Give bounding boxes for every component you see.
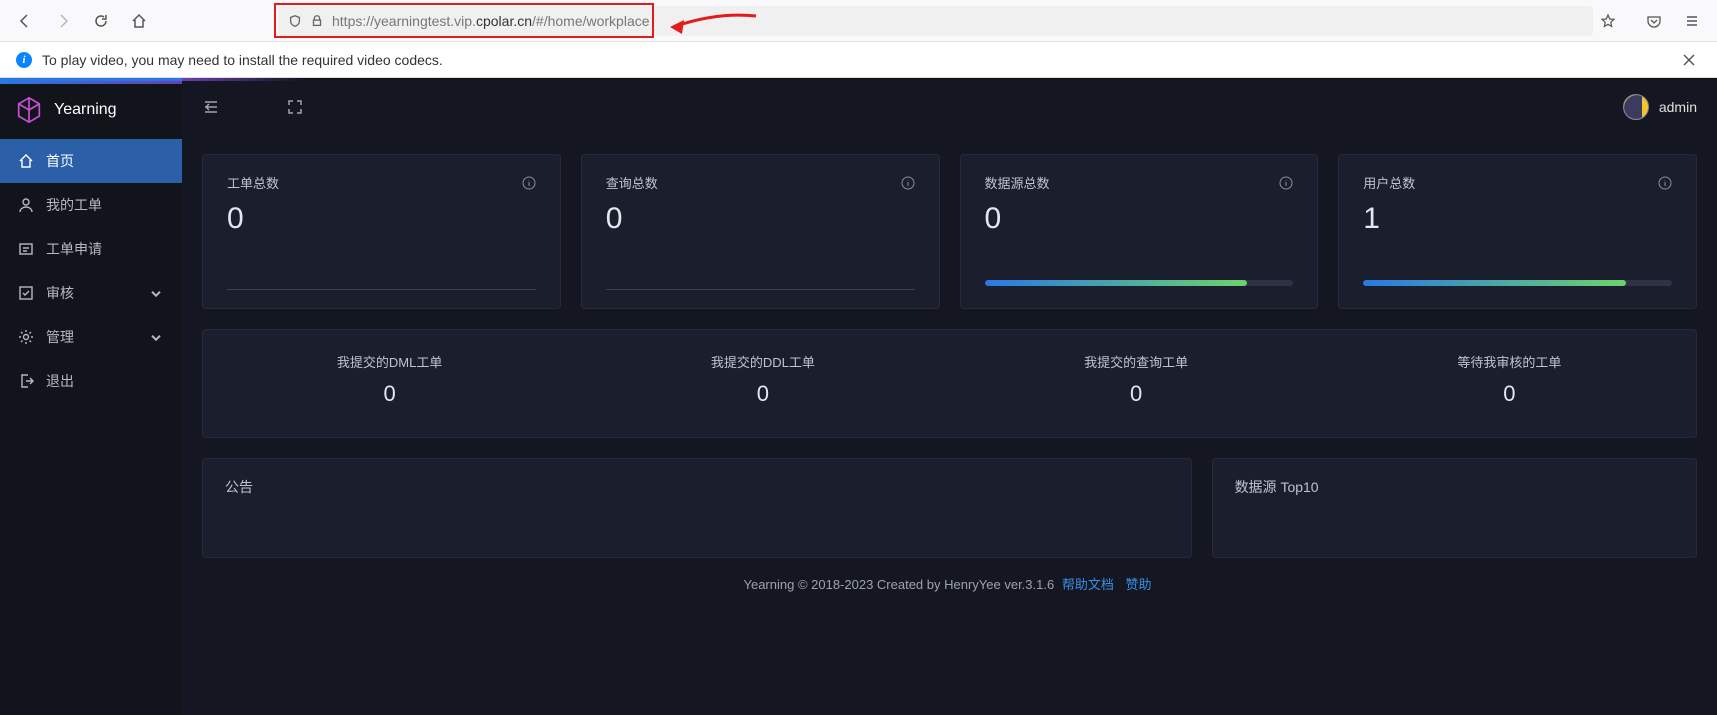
sidebar-item-exit[interactable]: 退出 [0, 359, 182, 403]
gear-icon [18, 329, 34, 345]
sidebar-item-my-tickets[interactable]: 我的工单 [0, 183, 182, 227]
shield-icon [288, 14, 302, 28]
sidebar-item-order-apply[interactable]: 工单申请 [0, 227, 182, 271]
progress-track [1363, 280, 1672, 286]
info-icon[interactable] [901, 176, 915, 190]
stat-card-queries: 查询总数 0 [581, 154, 940, 309]
chevron-down-icon [148, 285, 164, 301]
url-bar-wrap: https://yearningtest.vip.cpolar.cn/#/hom… [278, 6, 1623, 36]
fullscreen-icon[interactable] [286, 98, 304, 116]
divider [606, 289, 915, 290]
ticket-icon [18, 241, 34, 257]
sidebar-item-home[interactable]: 首页 [0, 139, 182, 183]
info-icon[interactable] [1279, 176, 1293, 190]
exit-icon [18, 373, 34, 389]
stat-title: 数据源总数 [985, 173, 1050, 192]
substat-label: 等待我审核的工单 [1323, 352, 1696, 371]
forward-button[interactable] [48, 6, 78, 36]
substat-query: 我提交的查询工单 0 [950, 330, 1323, 437]
sidebar-item-label: 管理 [46, 327, 74, 347]
sidebar-item-audit[interactable]: 审核 [0, 271, 182, 315]
stat-value: 0 [606, 202, 915, 236]
menu-button[interactable] [1677, 6, 1707, 36]
app-container: Yearning 首页 我的工单 工单申请 审核 管理 退出 [0, 78, 1717, 715]
notification-bar: i To play video, you may need to install… [0, 42, 1717, 78]
stat-card-datasources: 数据源总数 0 [960, 154, 1319, 309]
substat-label: 我提交的DML工单 [203, 352, 576, 371]
info-icon: i [16, 52, 32, 68]
back-button[interactable] [10, 6, 40, 36]
url-bar[interactable]: https://yearningtest.vip.cpolar.cn/#/hom… [278, 6, 1593, 36]
pocket-button[interactable] [1639, 6, 1669, 36]
stat-row: 工单总数 0 查询总数 0 数据源总数 0 用户总数 1 [202, 154, 1697, 309]
footer-text: Yearning © 2018-2023 Created by HenryYee… [743, 577, 1054, 592]
avatar [1623, 94, 1649, 120]
home-icon [18, 153, 34, 169]
home-button[interactable] [124, 6, 154, 36]
notification-text: To play video, you may need to install t… [42, 52, 443, 68]
substat-label: 我提交的查询工单 [950, 352, 1323, 371]
stat-card-users: 用户总数 1 [1338, 154, 1697, 309]
reload-button[interactable] [86, 6, 116, 36]
substat-value: 0 [576, 381, 949, 407]
stat-value: 0 [227, 202, 536, 236]
logo[interactable]: Yearning [0, 81, 182, 139]
substat-ddl: 我提交的DDL工单 0 [576, 330, 949, 437]
check-icon [18, 285, 34, 301]
main-area: admin 工单总数 0 查询总数 0 数据源总数 0 [182, 78, 1717, 715]
substat-value: 0 [203, 381, 576, 407]
progress-fill [985, 280, 1247, 286]
sidebar-item-label: 工单申请 [46, 239, 102, 259]
lock-icon [310, 14, 324, 28]
close-notification-button[interactable] [1677, 48, 1701, 72]
footer: Yearning © 2018-2023 Created by HenryYee… [202, 558, 1697, 609]
substat-label: 我提交的DDL工单 [576, 352, 949, 371]
sidebar-item-manage[interactable]: 管理 [0, 315, 182, 359]
logo-icon [14, 95, 44, 125]
panel-top10: 数据源 Top10 [1212, 458, 1697, 558]
substat-value: 0 [950, 381, 1323, 407]
sidebar-item-label: 审核 [46, 283, 74, 303]
sidebar-item-label: 我的工单 [46, 195, 102, 215]
footer-link-help[interactable]: 帮助文档 [1062, 577, 1114, 592]
user-icon [18, 197, 34, 213]
progress-track [985, 280, 1294, 286]
divider [227, 289, 536, 290]
substat-pending: 等待我审核的工单 0 [1323, 330, 1696, 437]
substat-row: 我提交的DML工单 0 我提交的DDL工单 0 我提交的查询工单 0 等待我审核… [202, 329, 1697, 438]
panel-announce: 公告 [202, 458, 1192, 558]
stat-title: 查询总数 [606, 173, 658, 192]
stat-value: 0 [985, 202, 1294, 236]
url-text: https://yearningtest.vip.cpolar.cn/#/hom… [332, 13, 650, 29]
collapse-icon[interactable] [202, 98, 220, 116]
panel-title: 数据源 Top10 [1235, 477, 1674, 497]
stat-card-orders: 工单总数 0 [202, 154, 561, 309]
info-icon[interactable] [1658, 176, 1672, 190]
sidebar: Yearning 首页 我的工单 工单申请 审核 管理 退出 [0, 78, 182, 715]
user-menu[interactable]: admin [1623, 94, 1697, 120]
bookmark-button[interactable] [1593, 6, 1623, 36]
bottom-row: 公告 数据源 Top10 [202, 458, 1697, 558]
stat-value: 1 [1363, 202, 1672, 236]
browser-toolbar: https://yearningtest.vip.cpolar.cn/#/hom… [0, 0, 1717, 42]
panel-title: 公告 [225, 477, 1169, 497]
substat-dml: 我提交的DML工单 0 [203, 330, 576, 437]
chevron-down-icon [148, 329, 164, 345]
sidebar-item-label: 退出 [46, 371, 74, 391]
brand-text: Yearning [54, 101, 117, 119]
info-icon[interactable] [522, 176, 536, 190]
stat-title: 工单总数 [227, 173, 279, 192]
progress-fill [1363, 280, 1625, 286]
footer-link-sponsor[interactable]: 赞助 [1125, 577, 1151, 592]
substat-value: 0 [1323, 381, 1696, 407]
sidebar-item-label: 首页 [46, 151, 74, 171]
stat-title: 用户总数 [1363, 173, 1415, 192]
username: admin [1659, 99, 1697, 115]
topbar: admin [182, 78, 1717, 136]
content: 工单总数 0 查询总数 0 数据源总数 0 用户总数 1 [182, 136, 1717, 715]
